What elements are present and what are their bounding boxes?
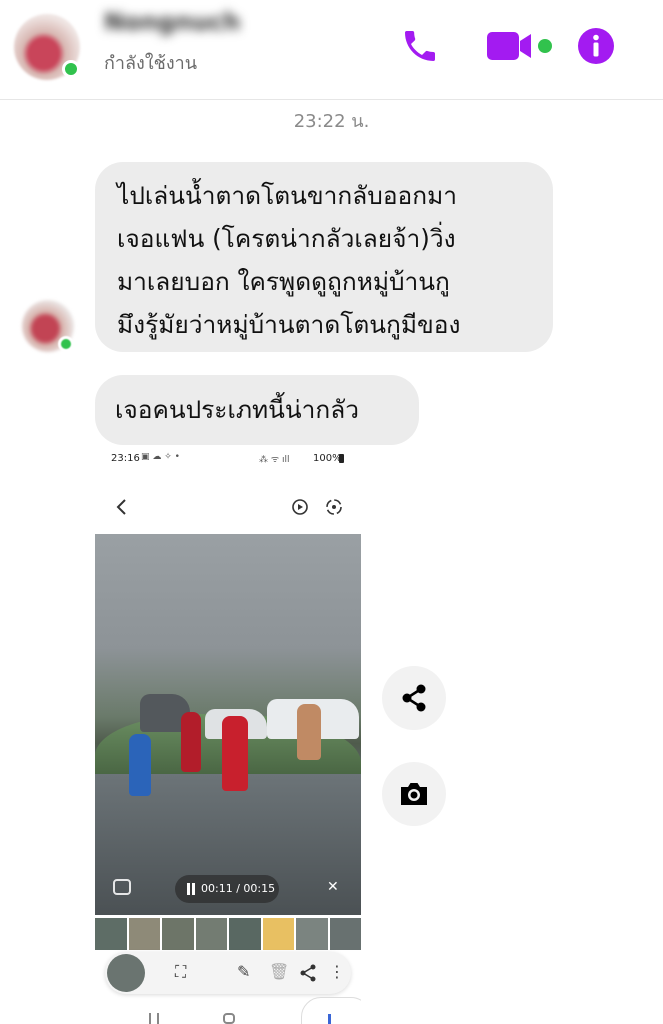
pause-icon[interactable] <box>192 883 195 895</box>
info-icon[interactable] <box>577 27 615 65</box>
video-person <box>129 734 151 796</box>
back-nav-area[interactable] <box>301 997 361 1024</box>
home-icon[interactable] <box>223 1013 235 1024</box>
share-button[interactable] <box>382 666 446 730</box>
battery-icon <box>339 454 344 463</box>
screenshot-clock: 23:16 <box>111 453 140 464</box>
video-call-icon[interactable] <box>485 28 557 64</box>
message-line: เจอแฟน (โครตน่ากลัวเลยจ้า)วิ่ง <box>117 224 456 253</box>
capture-icon[interactable] <box>113 879 131 895</box>
message-line: มาเลยบอก ใครพูดดูถูกหมู่บ้านกู <box>117 267 450 296</box>
rotate-icon[interactable] <box>291 498 309 516</box>
edit-icon[interactable]: ✎ <box>237 962 250 981</box>
thumbnail[interactable] <box>195 918 227 950</box>
message-timestamp: 23:22 น. <box>293 111 370 132</box>
share-icon <box>402 684 426 712</box>
camera-icon <box>401 783 427 805</box>
thumbnail[interactable] <box>162 918 194 950</box>
video-frame[interactable]: ✕ <box>95 534 361 915</box>
camera-button[interactable] <box>382 762 446 826</box>
thumbnail[interactable] <box>296 918 328 950</box>
sender-online-indicator <box>58 336 74 352</box>
phone-icon[interactable] <box>400 26 440 66</box>
message-line: เจอคนประเภทนี้น่ากลัว <box>115 395 359 424</box>
message-bubble-1[interactable]: ไปเล่นน้ำตาดโตนขากลับออกมา เจอแฟน (โครตน… <box>95 162 553 352</box>
thumbnail[interactable] <box>128 918 160 950</box>
video-person <box>181 712 201 772</box>
back-icon[interactable] <box>115 498 129 516</box>
message-bubble-2[interactable]: เจอคนประเภทนี้น่ากลัว <box>95 375 419 445</box>
video-person <box>297 704 321 760</box>
battery-level: 100% <box>313 453 342 464</box>
thumbnail[interactable] <box>95 918 127 950</box>
thumbnail[interactable] <box>229 918 261 950</box>
thumbnail[interactable] <box>329 918 361 950</box>
video-time: 00:11 / 00:15 <box>175 875 279 903</box>
contact-name[interactable]: Nongnuch <box>104 8 240 36</box>
tool-thumbnail[interactable] <box>107 954 145 992</box>
message-line: มึงรู้มัยว่าหมู่บ้านตาดโตนกูมีของ <box>117 310 461 339</box>
recent-apps-icon[interactable] <box>149 1013 159 1024</box>
auto-rotate-icon[interactable] <box>325 498 343 516</box>
chat-header: Nongnuch กำลังใช้งาน <box>0 0 663 100</box>
contact-status: กำลังใช้งาน <box>104 53 198 74</box>
delete-icon[interactable]: 🗑 <box>269 962 289 981</box>
more-icon[interactable]: ⋮ <box>329 962 345 981</box>
notification-icons: ▣ ☁ ✧ • <box>141 452 180 462</box>
back-nav-icon[interactable] <box>328 1014 331 1024</box>
pause-icon[interactable] <box>187 883 190 895</box>
screenshot-status-bar: 23:16 ▣ ☁ ✧ • ⁂ ᯤ ıll 100% <box>95 447 361 471</box>
video-person <box>222 716 248 791</box>
scan-icon[interactable]: ⛶ <box>175 962 186 982</box>
thumbnail[interactable] <box>262 918 294 950</box>
editor-toolbar: ⛶ ✎ 🗑 ⋮ <box>105 952 351 994</box>
signal-icons: ⁂ ᯤ ıll <box>259 455 290 465</box>
online-indicator <box>62 60 80 78</box>
mute-icon[interactable]: ✕ <box>327 879 339 895</box>
thumbnail-strip[interactable] <box>95 918 361 950</box>
share-small-icon[interactable] <box>299 964 317 982</box>
message-line: ไปเล่นน้ำตาดโตนขากลับออกมา <box>117 181 457 210</box>
attached-image[interactable]: 23:16 ▣ ☁ ✧ • ⁂ ᯤ ıll 100% ✕ 00:11 / 00:… <box>95 447 361 1024</box>
